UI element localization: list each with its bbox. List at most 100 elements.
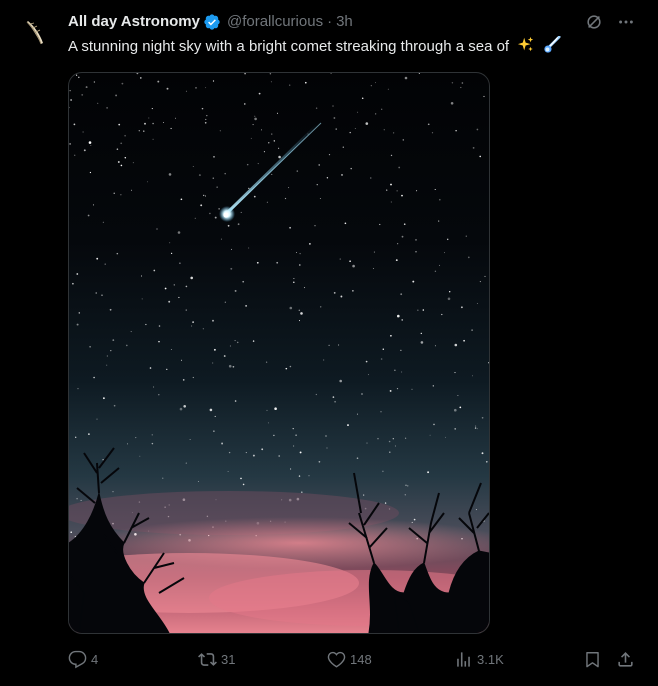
star	[115, 94, 118, 97]
star	[257, 163, 259, 165]
star	[95, 292, 97, 294]
star	[447, 297, 451, 301]
star	[303, 287, 306, 289]
star	[162, 477, 164, 479]
star	[224, 301, 226, 303]
repost-button[interactable]: 31	[198, 648, 235, 670]
star	[69, 90, 71, 92]
star	[284, 197, 287, 200]
star	[76, 273, 79, 275]
display-name[interactable]: All day Astronomy	[68, 12, 200, 32]
star	[246, 163, 249, 166]
star	[149, 367, 152, 369]
star	[271, 173, 273, 175]
star	[454, 408, 457, 412]
separator-dot: ·	[327, 13, 333, 30]
star	[70, 531, 72, 533]
star	[427, 471, 430, 474]
avatar[interactable]	[16, 12, 56, 52]
star	[178, 296, 180, 299]
share-button[interactable]	[616, 648, 635, 670]
star	[481, 416, 484, 419]
star	[394, 445, 396, 447]
star	[344, 222, 347, 225]
star	[73, 123, 76, 126]
star	[474, 427, 477, 429]
star	[278, 147, 280, 149]
star	[352, 290, 354, 292]
star	[209, 212, 211, 215]
star	[153, 269, 156, 272]
verified-badge-icon[interactable]	[203, 13, 221, 31]
star	[434, 188, 436, 191]
star	[475, 425, 477, 427]
tweet-header: All day Astronomy @forallcurious · 3h	[68, 12, 353, 32]
star	[237, 223, 240, 226]
sparkles-emoji	[517, 36, 535, 61]
star	[76, 497, 78, 500]
star	[479, 281, 481, 283]
star	[380, 411, 382, 413]
bookmark-button[interactable]	[583, 648, 602, 670]
star	[266, 409, 268, 411]
star	[163, 122, 165, 123]
star	[132, 162, 134, 164]
star	[212, 177, 215, 179]
star	[81, 93, 84, 96]
star	[332, 396, 335, 398]
star	[429, 434, 431, 436]
handle[interactable]: @forallcurious	[227, 12, 323, 32]
star	[197, 481, 199, 482]
star	[333, 292, 336, 294]
tweet-text: A stunning night sky with a bright comet…	[68, 35, 638, 61]
star	[124, 134, 126, 137]
bookmark-icon	[586, 651, 599, 667]
views-button[interactable]: 3.1K	[454, 648, 504, 670]
star	[201, 107, 204, 110]
star	[120, 164, 123, 167]
like-button[interactable]: 148	[327, 648, 372, 670]
star	[77, 388, 79, 390]
star	[292, 428, 294, 430]
reply-icon	[68, 650, 87, 668]
star	[298, 475, 301, 477]
star	[213, 348, 216, 351]
star	[103, 397, 105, 400]
star	[315, 393, 317, 396]
star	[266, 201, 268, 203]
star	[265, 361, 268, 363]
reply-button[interactable]: 4	[68, 648, 98, 670]
timestamp[interactable]: 3h	[336, 12, 353, 32]
star	[141, 298, 143, 300]
star	[273, 434, 275, 437]
tweet-text-content: A stunning night sky with a bright comet…	[68, 38, 510, 55]
star	[218, 208, 220, 210]
star	[404, 76, 408, 80]
tweet-media-image[interactable]	[68, 72, 490, 634]
star	[434, 345, 436, 347]
star	[432, 385, 434, 387]
star	[83, 149, 86, 152]
star	[363, 494, 365, 496]
star	[181, 359, 182, 361]
star	[139, 455, 141, 457]
grok-icon[interactable]	[584, 12, 604, 32]
star	[185, 285, 188, 288]
star	[401, 194, 403, 197]
star	[185, 309, 187, 311]
star	[69, 143, 71, 145]
repost-count: 31	[221, 651, 236, 667]
star	[269, 73, 272, 75]
star	[380, 358, 383, 360]
star	[252, 454, 255, 457]
star	[97, 102, 99, 104]
star	[382, 348, 385, 350]
star	[143, 130, 145, 132]
tweet-card[interactable]: All day Astronomy @forallcurious · 3h A …	[0, 0, 658, 686]
star	[417, 309, 419, 311]
more-icon[interactable]	[616, 12, 636, 32]
star	[454, 343, 458, 347]
star	[252, 340, 255, 342]
star	[104, 263, 106, 265]
star	[460, 306, 463, 309]
